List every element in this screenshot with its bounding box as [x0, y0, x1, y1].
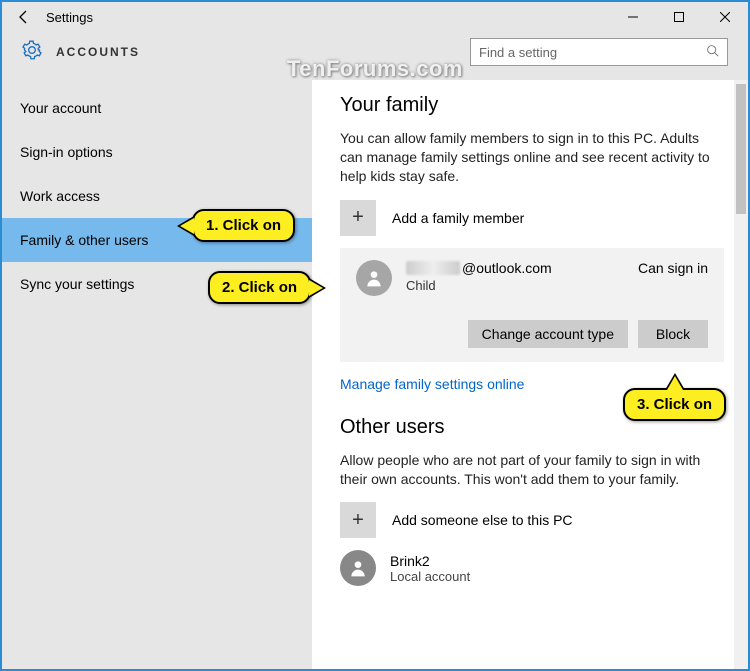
- block-button[interactable]: Block: [638, 320, 708, 348]
- add-family-label: Add a family member: [392, 210, 524, 226]
- redacted-email-user: [406, 261, 460, 275]
- member-email-domain: @outlook.com: [462, 260, 552, 276]
- window-title: Settings: [46, 10, 93, 25]
- titlebar: Settings: [2, 2, 748, 32]
- search-input[interactable]: Find a setting: [470, 38, 728, 66]
- scrollbar[interactable]: [734, 80, 748, 669]
- family-description: You can allow family members to sign in …: [340, 129, 724, 186]
- add-family-member[interactable]: + Add a family member: [340, 200, 724, 236]
- member-role: Child: [406, 278, 624, 293]
- signin-status: Can sign in: [638, 260, 708, 276]
- other-user-name: Brink2: [390, 553, 470, 569]
- scrollbar-thumb[interactable]: [736, 84, 746, 214]
- add-other-user[interactable]: + Add someone else to this PC: [340, 502, 724, 538]
- family-member-card[interactable]: @outlook.com Child Can sign in Change ac…: [340, 248, 724, 362]
- callout-3: 3. Click on: [623, 388, 726, 421]
- add-other-label: Add someone else to this PC: [392, 512, 573, 528]
- avatar-icon: [356, 260, 392, 296]
- other-user-type: Local account: [390, 569, 470, 584]
- plus-icon: +: [340, 200, 376, 236]
- section-label: ACCOUNTS: [56, 45, 140, 59]
- back-button[interactable]: [12, 5, 36, 29]
- gear-icon: [22, 40, 42, 65]
- maximize-button[interactable]: [656, 2, 702, 32]
- sidebar-item-your-account[interactable]: Your account: [2, 86, 312, 130]
- callout-2: 2. Click on: [208, 271, 311, 304]
- family-heading: Your family: [340, 94, 724, 117]
- other-users-description: Allow people who are not part of your fa…: [340, 451, 724, 489]
- close-button[interactable]: [702, 2, 748, 32]
- minimize-button[interactable]: [610, 2, 656, 32]
- manage-family-link[interactable]: Manage family settings online: [340, 376, 524, 392]
- search-placeholder: Find a setting: [479, 45, 557, 60]
- other-user-row[interactable]: Brink2 Local account: [340, 550, 724, 586]
- callout-1: 1. Click on: [192, 209, 295, 242]
- header: ACCOUNTS Find a setting: [2, 32, 748, 80]
- sidebar: Your account Sign-in options Work access…: [2, 80, 312, 669]
- avatar-icon: [340, 550, 376, 586]
- plus-icon: +: [340, 502, 376, 538]
- search-icon: [706, 44, 719, 60]
- change-account-type-button[interactable]: Change account type: [468, 320, 628, 348]
- sidebar-item-signin-options[interactable]: Sign-in options: [2, 130, 312, 174]
